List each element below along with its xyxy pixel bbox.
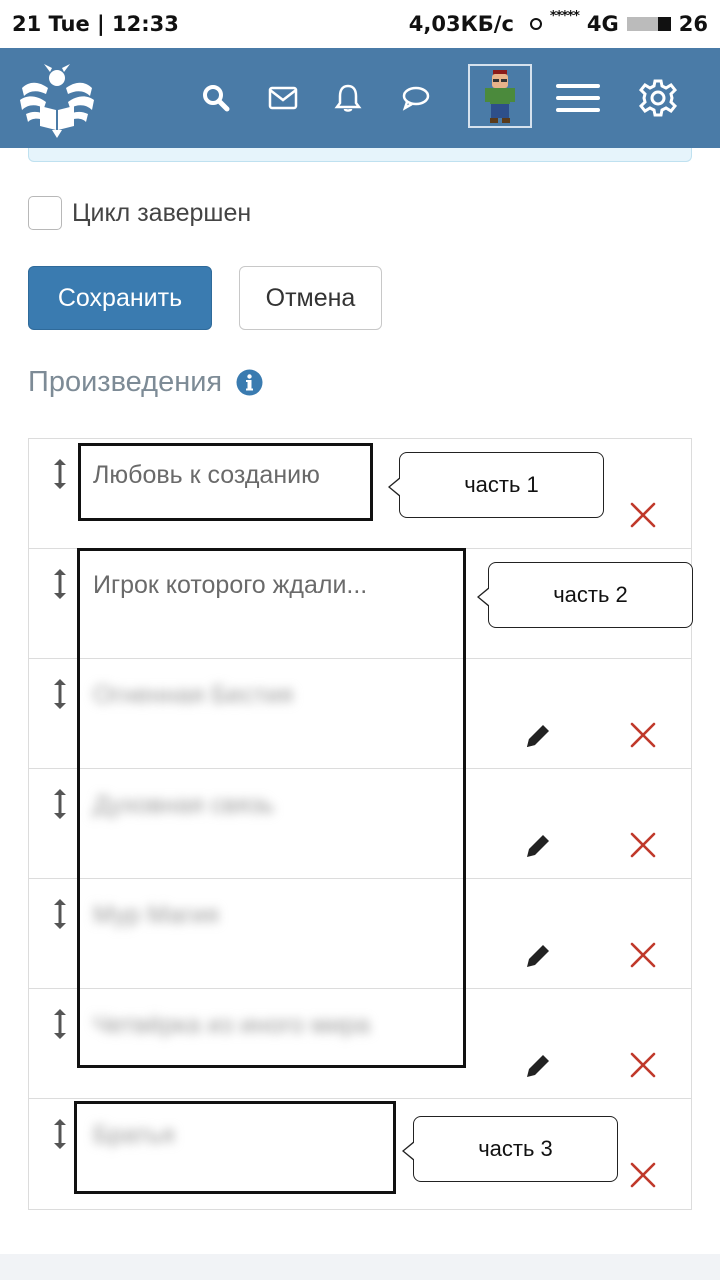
drag-handle-icon[interactable] <box>51 567 69 601</box>
hamburger-menu-icon[interactable] <box>554 76 602 120</box>
gear-icon[interactable] <box>636 76 680 120</box>
mail-icon[interactable] <box>261 76 305 120</box>
app-header <box>0 48 720 148</box>
delete-icon[interactable] <box>629 831 657 859</box>
annotation-label: часть 2 <box>553 582 628 607</box>
annotation-label: часть 3 <box>478 1136 553 1161</box>
edit-pencil-icon[interactable] <box>523 941 553 971</box>
delete-icon[interactable] <box>629 1161 657 1189</box>
info-alert-edge <box>28 148 692 162</box>
avatar-person-icon <box>485 70 515 123</box>
annotation-bubble-part3: часть 3 <box>402 1116 618 1182</box>
delete-icon[interactable] <box>629 721 657 749</box>
bell-icon[interactable] <box>326 76 370 120</box>
battery-level: 26 <box>678 12 708 36</box>
network-speed: 4,03КБ/с <box>408 12 514 36</box>
status-indicators: 4,03КБ/с ***** 4G 26 <box>408 8 708 37</box>
logo-eagle-book-icon[interactable] <box>16 58 98 140</box>
annotation-label: часть 1 <box>464 472 539 497</box>
bubble-tail <box>477 587 490 607</box>
annotation-box-part1 <box>78 443 373 521</box>
works-section-title: Произведения <box>28 366 263 399</box>
network-type: 4G <box>586 12 619 36</box>
drag-handle-icon[interactable] <box>51 897 69 931</box>
annotation-box-part2 <box>77 548 466 1068</box>
info-icon[interactable] <box>236 369 263 396</box>
alarm-icon <box>529 18 542 30</box>
drag-handle-icon[interactable] <box>51 677 69 711</box>
bubble-tail <box>402 1141 415 1161</box>
drag-handle-icon[interactable] <box>51 457 69 491</box>
drag-handle-icon[interactable] <box>51 787 69 821</box>
cycle-complete-label[interactable]: Цикл завершен <box>72 199 251 228</box>
edit-pencil-icon[interactable] <box>523 831 553 861</box>
chat-bubble-icon[interactable] <box>394 76 438 120</box>
annotation-bubble-part2: часть 2 <box>477 562 693 628</box>
avatar[interactable] <box>468 64 532 128</box>
delete-icon[interactable] <box>629 1051 657 1079</box>
cycle-complete-checkbox[interactable] <box>28 196 62 230</box>
signal-strength: ***** <box>549 8 580 24</box>
drag-handle-icon[interactable] <box>51 1007 69 1041</box>
annotation-bubble-part1: часть 1 <box>388 452 604 518</box>
works-title-text: Произведения <box>28 366 223 398</box>
edit-pencil-icon[interactable] <box>523 1051 553 1081</box>
save-button[interactable]: Сохранить <box>28 266 212 330</box>
edit-pencil-icon[interactable] <box>523 721 553 751</box>
status-bar: 21 Tue | 12:33 4,03КБ/с ***** 4G 26 <box>0 0 720 48</box>
drag-handle-icon[interactable] <box>51 1117 69 1151</box>
delete-icon[interactable] <box>629 941 657 969</box>
page-footer-edge <box>0 1254 720 1280</box>
bubble-tail <box>388 477 401 497</box>
battery-icon <box>626 17 671 31</box>
delete-icon[interactable] <box>629 501 657 529</box>
annotation-box-part3 <box>74 1101 396 1194</box>
search-icon[interactable] <box>194 76 238 120</box>
cycle-complete-row: Цикл завершен <box>28 196 251 230</box>
status-time: 21 Tue | 12:33 <box>12 12 179 36</box>
cancel-button[interactable]: Отмена <box>239 266 382 330</box>
